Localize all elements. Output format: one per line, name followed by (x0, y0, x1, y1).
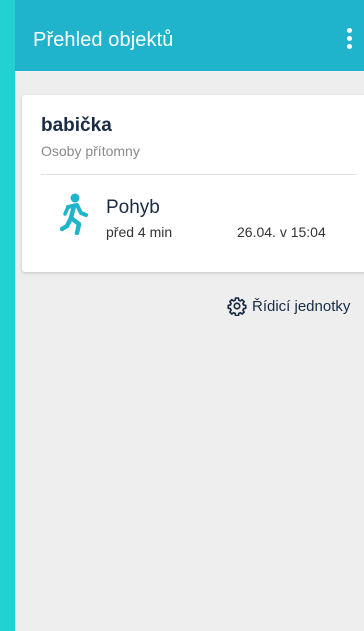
event-timestamp: 26.04. v 15:04 (237, 224, 326, 240)
page-title: Přehled objektů (33, 29, 174, 51)
control-units-link[interactable]: Řídicí jednotky (227, 295, 350, 317)
overflow-menu-button[interactable] (342, 22, 364, 56)
control-units-label: Řídicí jednotky (252, 297, 351, 315)
event-type-label: Pohyb (106, 197, 160, 218)
object-status: Osoby přítomny (41, 143, 140, 159)
object-name: babička (41, 115, 112, 136)
app-screen: Přehled objektů babička Osoby přítomny P… (15, 0, 364, 631)
object-card[interactable]: babička Osoby přítomny Pohyb před 4 min … (22, 95, 364, 272)
event-relative-time: před 4 min (106, 224, 173, 240)
gear-icon (227, 297, 247, 316)
walking-person-icon (60, 193, 88, 235)
last-event-row[interactable]: Pohyb před 4 min 26.04. v 15:04 (22, 175, 364, 255)
app-bar: Přehled objektů (15, 0, 364, 71)
